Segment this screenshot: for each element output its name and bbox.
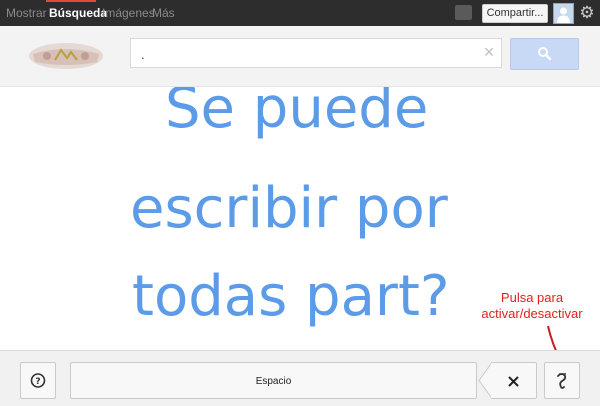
handwriting-toolbar: ? Espacio xyxy=(0,350,600,406)
handwriting-toggle-button[interactable] xyxy=(544,362,580,399)
share-button[interactable]: Compartir... xyxy=(482,4,548,23)
search-input[interactable] xyxy=(139,43,473,65)
annotation-label: Pulsa para activar/desactivar xyxy=(468,290,596,322)
handwriting-line-2: escribir por xyxy=(130,176,449,241)
help-button[interactable]: ? xyxy=(20,362,56,399)
nav-item-imagenes[interactable]: Imágenes xyxy=(102,6,155,20)
nav-item-busqueda[interactable]: Búsqueda xyxy=(49,6,107,20)
handwriting-pen-icon xyxy=(557,373,567,389)
backspace-button[interactable] xyxy=(491,362,537,399)
active-tab-indicator xyxy=(46,0,96,2)
user-icon xyxy=(557,7,570,23)
nav-item-mas[interactable]: Más xyxy=(152,6,175,20)
backspace-icon xyxy=(508,376,519,387)
gear-icon[interactable]: ⚙ xyxy=(578,3,596,23)
notifications-icon[interactable] xyxy=(455,5,472,20)
backspace-tip-icon xyxy=(478,362,492,399)
space-button[interactable]: Espacio xyxy=(70,362,477,399)
handwriting-line-3: todas part? xyxy=(132,264,450,329)
doodle-logo[interactable] xyxy=(27,40,105,72)
annotation-line-1: Pulsa para xyxy=(500,290,564,305)
annotation-line-2: activar/desactivar xyxy=(481,306,583,321)
handwriting-line-1: Se puede xyxy=(165,87,428,141)
search-box[interactable]: × xyxy=(130,38,502,68)
search-header: × xyxy=(0,26,600,87)
avatar[interactable] xyxy=(553,3,574,24)
top-bar: Mostrar Búsqueda Imágenes Más Compartir.… xyxy=(0,0,600,26)
clear-icon[interactable]: × xyxy=(481,42,497,62)
svg-text:?: ? xyxy=(35,377,40,387)
help-icon: ? xyxy=(30,373,46,388)
logo-icon xyxy=(29,43,103,69)
nav-item-mostrar[interactable]: Mostrar xyxy=(6,6,47,20)
search-icon xyxy=(538,47,552,61)
search-button[interactable] xyxy=(510,38,579,70)
